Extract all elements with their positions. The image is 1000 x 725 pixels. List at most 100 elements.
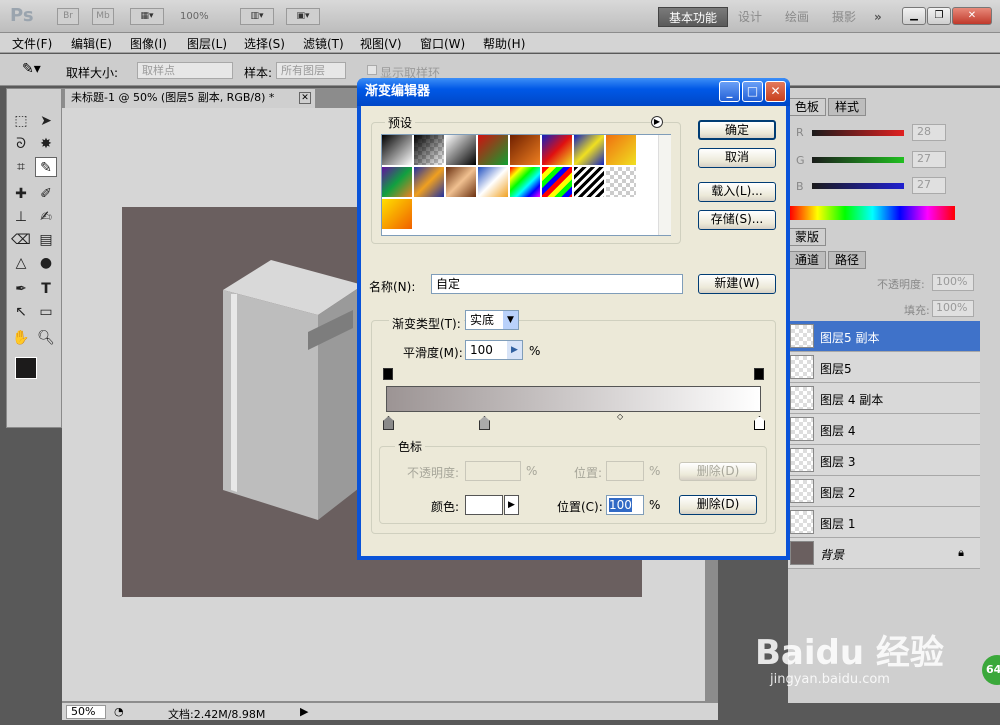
preset-swatch[interactable]: [542, 135, 573, 166]
menu-layer[interactable]: 图层(L): [187, 35, 227, 52]
more-workspaces[interactable]: »: [874, 7, 882, 27]
smoothness-arrow-icon[interactable]: ▶: [507, 341, 522, 359]
status-zoom[interactable]: 50%: [66, 705, 106, 719]
preset-swatch[interactable]: [510, 167, 541, 198]
pen-tool-icon[interactable]: ✒: [10, 279, 32, 299]
gradient-tool-icon[interactable]: ▤: [35, 230, 57, 250]
midpoint-diamond-icon[interactable]: ◇: [617, 412, 623, 421]
document-tab[interactable]: 未标题-1 @ 50% (图层5 副本, RGB/8) * ✕: [64, 88, 316, 108]
smoothness-field[interactable]: 100 ▶: [465, 340, 523, 360]
hand-tool-icon[interactable]: ✋: [10, 328, 32, 348]
save-button[interactable]: 存储(S)...: [698, 210, 776, 230]
status-arrow-icon[interactable]: ▶: [300, 705, 308, 718]
tab-styles[interactable]: 样式: [828, 98, 867, 116]
layer-row[interactable]: 背景 🔒︎: [788, 538, 980, 569]
type-tool-icon[interactable]: T: [35, 279, 57, 299]
shape-tool-icon[interactable]: ▭: [35, 302, 57, 322]
preset-swatch[interactable]: [542, 167, 573, 198]
stop-location-field[interactable]: 100: [606, 495, 644, 515]
red-slider[interactable]: [812, 130, 904, 136]
zoom-level[interactable]: 100%: [180, 8, 209, 25]
show-ring-checkbox[interactable]: [367, 65, 377, 75]
layer-row[interactable]: 图层 4: [788, 414, 980, 445]
preset-swatch[interactable]: [414, 135, 445, 166]
blue-value[interactable]: 27: [912, 177, 946, 194]
preset-swatch[interactable]: [446, 135, 477, 166]
sample-size-select[interactable]: 取样点: [137, 62, 233, 79]
move-tool-icon[interactable]: ➤: [35, 111, 57, 131]
preset-swatch[interactable]: [606, 167, 637, 198]
new-button[interactable]: 新建(W): [698, 274, 776, 294]
history-brush-icon[interactable]: ✍: [35, 207, 57, 227]
name-field[interactable]: 自定: [431, 274, 683, 294]
eraser-tool-icon[interactable]: ⌫: [10, 230, 32, 250]
workspace-painting[interactable]: 绘画: [785, 7, 809, 27]
brush-tool-icon[interactable]: ✐: [35, 184, 57, 204]
preset-swatch[interactable]: [478, 167, 509, 198]
menu-select[interactable]: 选择(S): [244, 35, 285, 52]
stop-color-swatch[interactable]: [465, 495, 503, 515]
preset-swatch[interactable]: [414, 167, 445, 198]
minimize-button[interactable]: ▁: [902, 7, 926, 25]
gradient-preview-bar[interactable]: [386, 386, 761, 412]
menu-filter[interactable]: 滤镜(T): [303, 35, 344, 52]
green-value[interactable]: 27: [912, 151, 946, 168]
dialog-close-button[interactable]: ✕: [765, 81, 786, 102]
zoom-tool-icon[interactable]: 🔍︎: [35, 328, 57, 348]
layer-row[interactable]: 图层 3: [788, 445, 980, 476]
stop-color-arrow-icon[interactable]: ▶: [504, 495, 519, 515]
blur-tool-icon[interactable]: △: [10, 253, 32, 273]
layer-row[interactable]: 图层5 副本: [788, 321, 980, 352]
presets-scrollbar[interactable]: [658, 135, 671, 235]
restore-button[interactable]: ❐: [927, 7, 951, 25]
healing-brush-icon[interactable]: ✚: [10, 184, 32, 204]
bridge-button[interactable]: Br: [57, 8, 79, 25]
sample-select[interactable]: 所有图层: [276, 62, 346, 79]
workspace-photography[interactable]: 摄影: [832, 7, 856, 27]
status-icon[interactable]: ◔: [114, 705, 124, 718]
dialog-maximize-button[interactable]: □: [742, 81, 763, 102]
dropdown-arrow-icon[interactable]: ▼: [503, 311, 518, 329]
blue-slider[interactable]: [812, 183, 904, 189]
menu-view[interactable]: 视图(V): [360, 35, 402, 52]
layer-row[interactable]: 图层 4 副本: [788, 383, 980, 414]
view-extras-button[interactable]: ▦▾: [130, 8, 164, 25]
arrange-documents-button[interactable]: ▥▾: [240, 8, 274, 25]
preset-swatch[interactable]: [574, 167, 605, 198]
screen-mode-button[interactable]: ▣▾: [286, 8, 320, 25]
menu-edit[interactable]: 编辑(E): [71, 35, 112, 52]
preset-swatch[interactable]: [446, 167, 477, 198]
tab-channels[interactable]: 通道: [788, 251, 827, 269]
load-button[interactable]: 载入(L)...: [698, 182, 776, 202]
menu-window[interactable]: 窗口(W): [420, 35, 465, 52]
menu-file[interactable]: 文件(F): [12, 35, 52, 52]
path-select-tool-icon[interactable]: ↖: [10, 302, 32, 322]
lasso-tool-icon[interactable]: ᘐ: [10, 134, 32, 154]
gradient-type-select[interactable]: 实底 ▼: [465, 310, 519, 330]
marquee-tool-icon[interactable]: ⬚: [10, 111, 32, 131]
quick-select-tool-icon[interactable]: ✸: [35, 134, 57, 154]
tab-paths[interactable]: 路径: [828, 251, 867, 269]
ok-button[interactable]: 确定: [698, 120, 776, 140]
red-value[interactable]: 28: [912, 124, 946, 141]
stamp-tool-icon[interactable]: ⊥: [10, 207, 32, 227]
dodge-tool-icon[interactable]: ●: [35, 253, 57, 273]
layer-row[interactable]: 图层 1: [788, 507, 980, 538]
crop-tool-icon[interactable]: ⌗: [10, 157, 32, 177]
layer-row[interactable]: 图层5: [788, 352, 980, 383]
minibridge-button[interactable]: Mb: [92, 8, 114, 25]
preset-swatch[interactable]: [574, 135, 605, 166]
presets-menu-icon[interactable]: ▶: [651, 116, 663, 128]
menu-image[interactable]: 图像(I): [130, 35, 167, 52]
workspace-design[interactable]: 设计: [738, 7, 762, 27]
preset-swatch[interactable]: [382, 135, 413, 166]
tab-swatches[interactable]: 色板: [788, 98, 827, 116]
layer-row[interactable]: 图层 2: [788, 476, 980, 507]
preset-swatch[interactable]: [382, 167, 413, 198]
opacity-value[interactable]: 100%: [932, 274, 974, 291]
tab-masks[interactable]: 蒙版: [788, 228, 827, 246]
menu-help[interactable]: 帮助(H): [483, 35, 525, 52]
eyedropper-tool-icon[interactable]: ✎: [35, 157, 57, 177]
foreground-color-swatch[interactable]: [15, 357, 37, 379]
preset-swatch[interactable]: [510, 135, 541, 166]
